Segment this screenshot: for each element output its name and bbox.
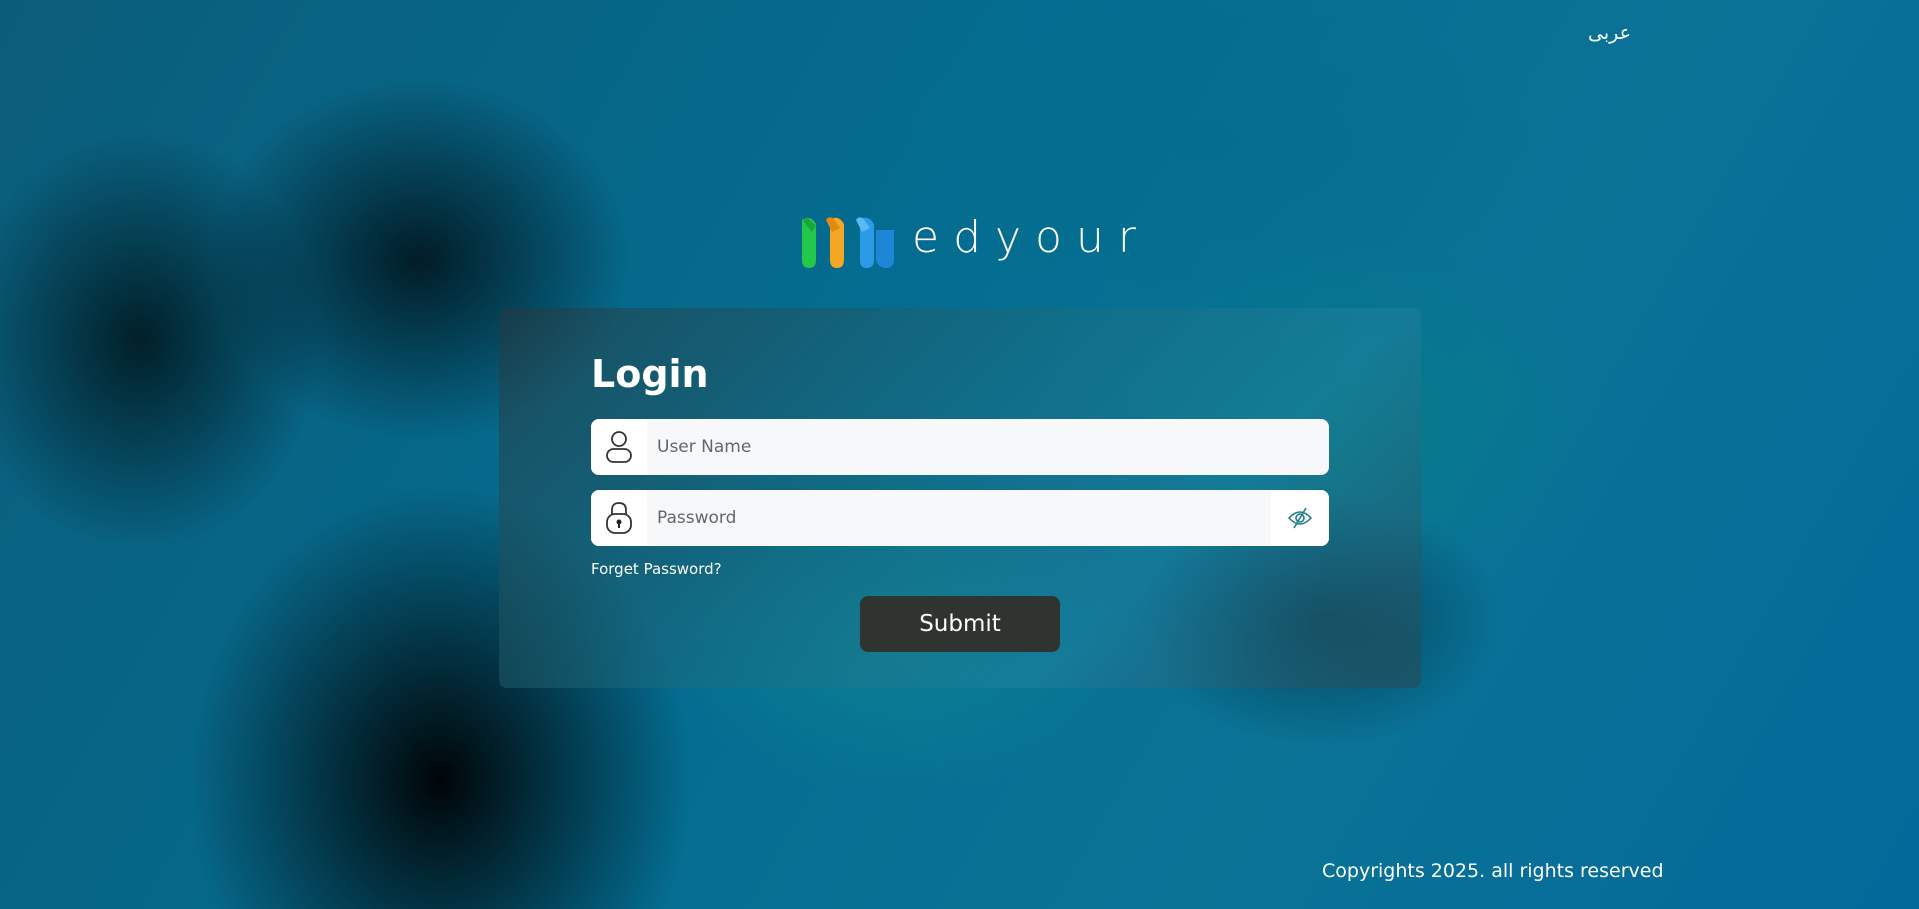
username-input[interactable]: [647, 419, 1329, 475]
lock-icon: [591, 490, 647, 546]
logo-wordmark: edyour: [912, 212, 1150, 263]
password-input[interactable]: [647, 490, 1271, 546]
page-title: Login: [591, 352, 709, 396]
forgot-password-link[interactable]: Forget Password?: [591, 560, 722, 578]
language-switch-link[interactable]: عربى: [1588, 22, 1631, 44]
copyright-text: Copyrights 2025. all rights reserved: [1322, 860, 1664, 882]
password-field: [591, 490, 1329, 546]
login-card: Login Forget Passwor: [499, 308, 1421, 688]
logo-mark-icon: [802, 217, 894, 268]
submit-button[interactable]: Submit: [860, 596, 1060, 652]
eye-off-icon: [1287, 507, 1313, 529]
user-icon: [591, 419, 647, 475]
password-visibility-toggle[interactable]: [1271, 490, 1329, 546]
brand-logo: edyour: [800, 216, 1150, 268]
username-field: [591, 419, 1329, 475]
